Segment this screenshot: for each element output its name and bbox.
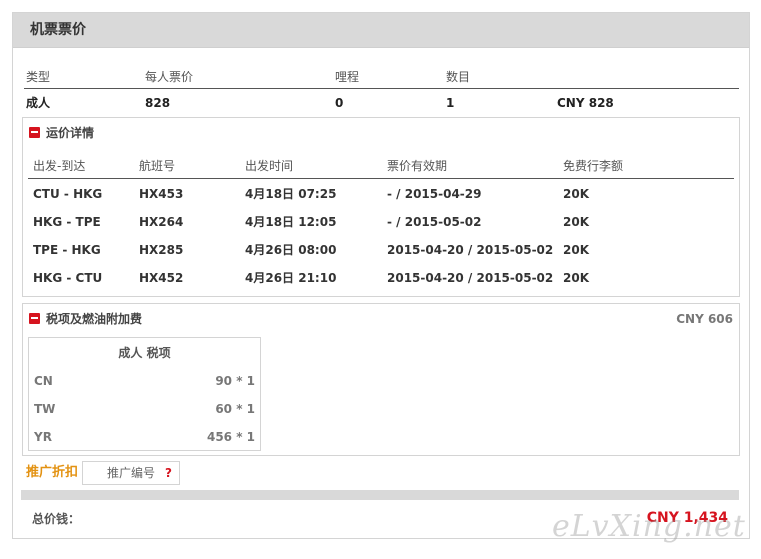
tax-table: 成人 税项 CN 90 * 1 TW 60 * 1 YR 456 * 1 [28,337,261,451]
fare-validity: - / 2015-04-29 [387,187,482,201]
tax-row: CN 90 * 1 [34,373,255,389]
tax-code: YR [34,430,52,444]
tax-amount: 90 * 1 [215,374,255,388]
fare-details-section: 运价详情 出发-到达 航班号 出发时间 票价有效期 免费行李额 CTU - HK… [22,117,740,297]
fare-col-validity: 票价有效期 [387,159,448,173]
fare-details-table: 出发-到达 航班号 出发时间 票价有效期 免费行李额 CTU - HKG HX4… [28,153,734,291]
summary-col-type: 类型 [26,70,51,84]
fare-departure: 4月18日 12:05 [245,215,337,229]
total-price: CNY 1,434 [646,510,728,526]
fare-baggage: 20K [563,271,589,285]
table-row: HKG - TPE HX264 4月18日 12:05 - / 2015-05-… [28,207,734,235]
summary-col-miles: 哩程 [335,70,360,84]
fare-panel: 机票票价 类型 每人票价 哩程 数目 成人 828 0 1 CNY 828 运价… [12,12,750,539]
summary-price: 828 [145,96,171,110]
table-row: HKG - CTU HX452 4月26日 21:10 2015-04-20 /… [28,263,734,291]
tax-code: CN [34,374,53,388]
fare-col-departure: 出发时间 [245,159,294,173]
minus-icon[interactable] [29,313,40,324]
fare-flight: HX264 [139,215,184,229]
promo-label: 推广折扣 [26,465,79,480]
fare-route: HKG - TPE [33,215,101,229]
tax-row: YR 456 * 1 [34,429,255,445]
summary-type: 成人 [26,96,51,110]
fare-details-toggle[interactable]: 运价详情 [29,125,94,141]
taxes-section: 税项及燃油附加费 CNY 606 成人 税项 CN 90 * 1 TW 60 *… [22,303,740,456]
total-divider-bar [21,490,739,500]
tax-amount: 60 * 1 [215,402,255,416]
fare-validity: 2015-04-20 / 2015-05-02 [387,243,554,257]
fare-col-route: 出发-到达 [33,159,86,173]
taxes-total: CNY 606 [676,312,733,326]
summary-count: 1 [446,96,455,110]
fare-baggage: 20K [563,243,589,257]
tax-code: TW [34,402,56,416]
fare-flight: HX452 [139,271,184,285]
help-icon[interactable]: ? [165,465,172,481]
fare-header-row: 出发-到达 航班号 出发时间 票价有效期 免费行李额 [28,153,734,179]
summary-row-adult: 成人 828 0 1 CNY 828 [24,89,739,115]
fare-baggage: 20K [563,187,589,201]
table-row: CTU - HKG HX453 4月18日 07:25 - / 2015-04-… [28,179,734,207]
fare-route: HKG - CTU [33,271,103,285]
fare-route: CTU - HKG [33,187,103,201]
tax-row: TW 60 * 1 [34,401,255,417]
fare-departure: 4月26日 21:10 [245,271,337,285]
fare-summary-table: 类型 每人票价 哩程 数目 成人 828 0 1 CNY 828 [24,65,739,115]
summary-miles: 0 [335,96,344,110]
fare-route: TPE - HKG [33,243,101,257]
taxes-title: 税项及燃油附加费 [46,312,143,326]
summary-total: CNY 828 [557,96,614,110]
tax-amount: 456 * 1 [206,430,255,444]
minus-icon[interactable] [29,127,40,138]
fare-col-flight: 航班号 [139,159,176,173]
summary-col-count: 数目 [446,70,471,84]
fare-flight: HX285 [139,243,184,257]
fare-departure: 4月18日 07:25 [245,187,337,201]
summary-col-price: 每人票价 [145,70,194,84]
fare-details-title: 运价详情 [46,126,95,140]
fare-validity: 2015-04-20 / 2015-05-02 [387,271,554,285]
fare-departure: 4月26日 08:00 [245,243,337,257]
fare-baggage: 20K [563,215,589,229]
total-label: 总价钱： [32,512,81,526]
fare-validity: - / 2015-05-02 [387,215,482,229]
taxes-toggle[interactable]: 税项及燃油附加费 [29,311,142,327]
fare-col-baggage: 免费行李额 [563,159,624,173]
tax-table-title: 成人 税项 [118,346,171,360]
summary-header-row: 类型 每人票价 哩程 数目 [24,65,739,89]
fare-flight: HX453 [139,187,184,201]
table-row: TPE - HKG HX285 4月26日 08:00 2015-04-20 /… [28,235,734,263]
panel-title: 机票票价 [13,13,749,48]
